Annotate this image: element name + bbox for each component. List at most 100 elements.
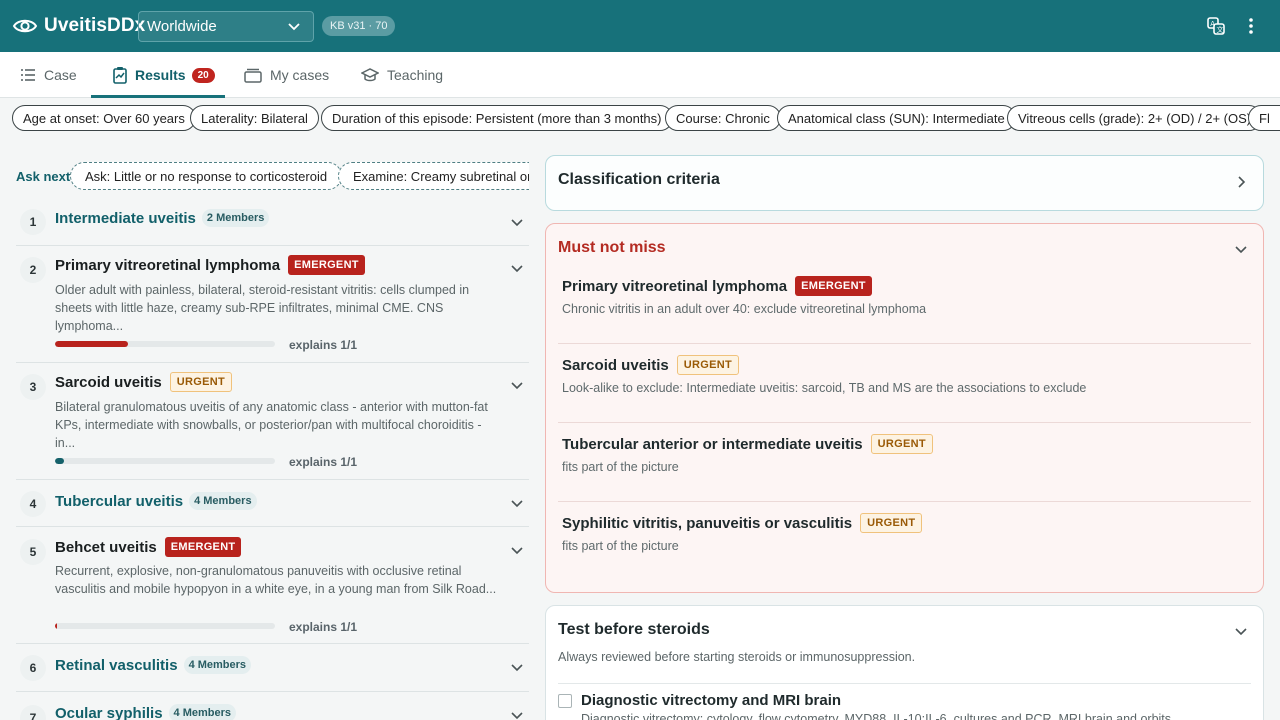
folder-icon	[244, 68, 262, 83]
filter-chip[interactable]: Laterality: Bilateral	[190, 105, 319, 131]
filter-chip[interactable]: Fl	[1248, 105, 1280, 131]
chevron-right-icon[interactable]	[1233, 174, 1249, 190]
urgent-badge: URGENT	[676, 355, 739, 375]
kb-version-badge: KB v31 · 70	[322, 16, 396, 36]
list-icon	[21, 69, 35, 81]
match-progress-bar	[55, 341, 275, 347]
item-subtitle: fits part of the picture	[562, 460, 679, 474]
filter-chip[interactable]: Anatomical class (SUN): Intermediate	[777, 105, 1016, 131]
ddx-title-text: Intermediate uveitis	[55, 209, 196, 227]
ddx-title: Sarcoid uveitis URGENT	[55, 372, 232, 392]
region-select[interactable]: Worldwide	[138, 11, 314, 42]
ddx-group-row[interactable]: 1 Intermediate uveitis 2 Members	[16, 200, 529, 246]
tab-case-label: Case	[44, 67, 77, 83]
tab-case[interactable]: Case	[20, 52, 77, 98]
item-title: Sarcoid uveitis URGENT	[562, 355, 1251, 375]
app-name: UveitisDDx	[44, 15, 146, 36]
chevron-down-icon[interactable]	[509, 377, 525, 393]
translate-icon[interactable]: A文	[1205, 15, 1227, 37]
tab-teaching[interactable]: Teaching	[361, 52, 443, 98]
explains-label: explains 1/1	[289, 455, 358, 469]
graduation-cap-icon	[361, 68, 379, 82]
emergent-badge: EMERGENT	[795, 276, 872, 296]
members-badge: 4 Members	[183, 656, 252, 674]
item-title-text: Primary vitreoretinal lymphoma	[562, 277, 788, 295]
must-not-miss-item[interactable]: Syphilitic vitritis, panuveitis or vascu…	[562, 513, 1251, 553]
card-title: Test before steroids	[558, 621, 710, 638]
svg-text:A: A	[1210, 20, 1215, 28]
ddx-row[interactable]: 5 Behcet uveitis EMERGENT Recurrent, exp…	[16, 527, 529, 644]
chevron-down-icon	[288, 23, 300, 31]
rank-number: 7	[20, 705, 46, 720]
must-not-miss-item[interactable]: Primary vitreoretinal lymphoma EMERGENT …	[562, 276, 1251, 316]
ask-next-chip[interactable]: Examine: Creamy subretinal or s	[338, 162, 529, 190]
ddx-title-text: Ocular syphilis	[55, 704, 163, 720]
chevron-down-icon[interactable]	[509, 659, 525, 675]
ddx-title: Retinal vasculitis 4 Members	[55, 656, 252, 674]
ddx-title-text: Retinal vasculitis	[55, 656, 178, 674]
ask-next-row: Ask next Ask: Little or no response to c…	[16, 162, 529, 190]
ddx-row[interactable]: 3 Sarcoid uveitis URGENT Bilateral granu…	[16, 363, 529, 480]
differential-list: Ask next Ask: Little or no response to c…	[16, 156, 529, 720]
chevron-down-icon[interactable]	[509, 214, 525, 230]
tab-my-cases-label: My cases	[270, 67, 330, 83]
urgent-badge: URGENT	[860, 513, 923, 533]
ddx-group-row[interactable]: 6 Retinal vasculitis 4 Members	[16, 644, 529, 692]
tab-my-cases[interactable]: My cases	[244, 52, 329, 98]
urgent-badge: URGENT	[169, 372, 232, 392]
tab-bar: Case Results 20 My cases Teaching	[0, 52, 1280, 98]
chevron-down-icon[interactable]	[509, 495, 525, 511]
ddx-description-line: Bilateral granulomatous uveitis of any a…	[55, 400, 488, 414]
item-subtitle: fits part of the picture	[562, 539, 679, 553]
classification-criteria-card[interactable]: Classification criteria	[545, 155, 1264, 211]
emergent-badge: EMERGENT	[164, 537, 242, 557]
item-title: Tubercular anterior or intermediate uvei…	[562, 434, 1251, 454]
ddx-title-text: Tubercular uveitis	[55, 492, 184, 510]
urgent-badge: URGENT	[870, 434, 933, 454]
chevron-down-icon[interactable]	[509, 707, 525, 720]
rank-number: 6	[20, 655, 46, 681]
tab-results-label: Results	[135, 67, 186, 83]
ddx-description: Older adult with painless, bilateral, st…	[55, 281, 505, 335]
chevron-down-icon[interactable]	[1233, 623, 1249, 639]
filter-chip[interactable]: Course: Chronic	[665, 105, 781, 131]
tab-results[interactable]: Results 20	[113, 52, 215, 98]
item-title-text: Syphilitic vitritis, panuveitis or vascu…	[562, 514, 853, 532]
ddx-title: Ocular syphilis 4 Members	[55, 704, 237, 720]
must-not-miss-item[interactable]: Tubercular anterior or intermediate uvei…	[562, 434, 1251, 474]
eye-icon	[12, 19, 38, 33]
app-header: UveitisDDx Worldwide KB v31 · 70 A文	[0, 0, 1280, 52]
ddx-description-line: sheets with little haze, creamy sub-RPE …	[55, 301, 444, 333]
chevron-down-icon[interactable]	[1233, 241, 1249, 257]
filter-chip[interactable]: Age at onset: Over 60 years	[12, 105, 196, 131]
progress-fill	[55, 341, 128, 347]
explains-label: explains 1/1	[289, 620, 358, 634]
rank-number: 1	[20, 209, 46, 235]
filter-chip[interactable]: Vitreous cells (grade): 2+ (OD) / 2+ (OS…	[1007, 105, 1263, 131]
divider	[558, 422, 1251, 423]
ddx-title: Behcet uveitis EMERGENT	[55, 537, 242, 557]
ddx-title-text: Sarcoid uveitis	[55, 373, 162, 391]
ddx-group-row[interactable]: 7 Ocular syphilis 4 Members	[16, 692, 529, 720]
chevron-down-icon[interactable]	[509, 542, 525, 558]
tab-teaching-label: Teaching	[387, 67, 444, 83]
chevron-down-icon[interactable]	[509, 260, 525, 276]
ddx-title: Tubercular uveitis 4 Members	[55, 492, 257, 510]
filter-chip[interactable]: Duration of this episode: Persistent (mo…	[321, 105, 673, 131]
more-vertical-icon[interactable]	[1240, 15, 1262, 37]
ddx-group-row[interactable]: 4 Tubercular uveitis 4 Members	[16, 480, 529, 527]
item-title: Primary vitreoretinal lymphoma EMERGENT	[562, 276, 1251, 296]
rank-number: 5	[20, 539, 46, 565]
test-checkbox[interactable]	[558, 694, 572, 708]
ddx-title: Intermediate uveitis 2 Members	[55, 209, 270, 227]
ask-next-label: Ask next	[16, 168, 71, 184]
must-not-miss-item[interactable]: Sarcoid uveitis URGENT Look-alike to exc…	[562, 355, 1251, 395]
ddx-row[interactable]: 2 Primary vitreoretinal lymphoma EMERGEN…	[16, 246, 529, 363]
ddx-description-line: Older adult with painless, bilateral, st…	[55, 283, 470, 297]
ask-next-chip[interactable]: Ask: Little or no response to corticoste…	[70, 162, 343, 190]
divider	[558, 501, 1251, 502]
region-value: Worldwide	[147, 18, 217, 35]
app-logo[interactable]: UveitisDDx	[12, 13, 145, 39]
must-not-miss-card: Must not miss Primary vitreoretinal lymp…	[545, 223, 1264, 593]
explains-label: explains 1/1	[289, 338, 358, 352]
